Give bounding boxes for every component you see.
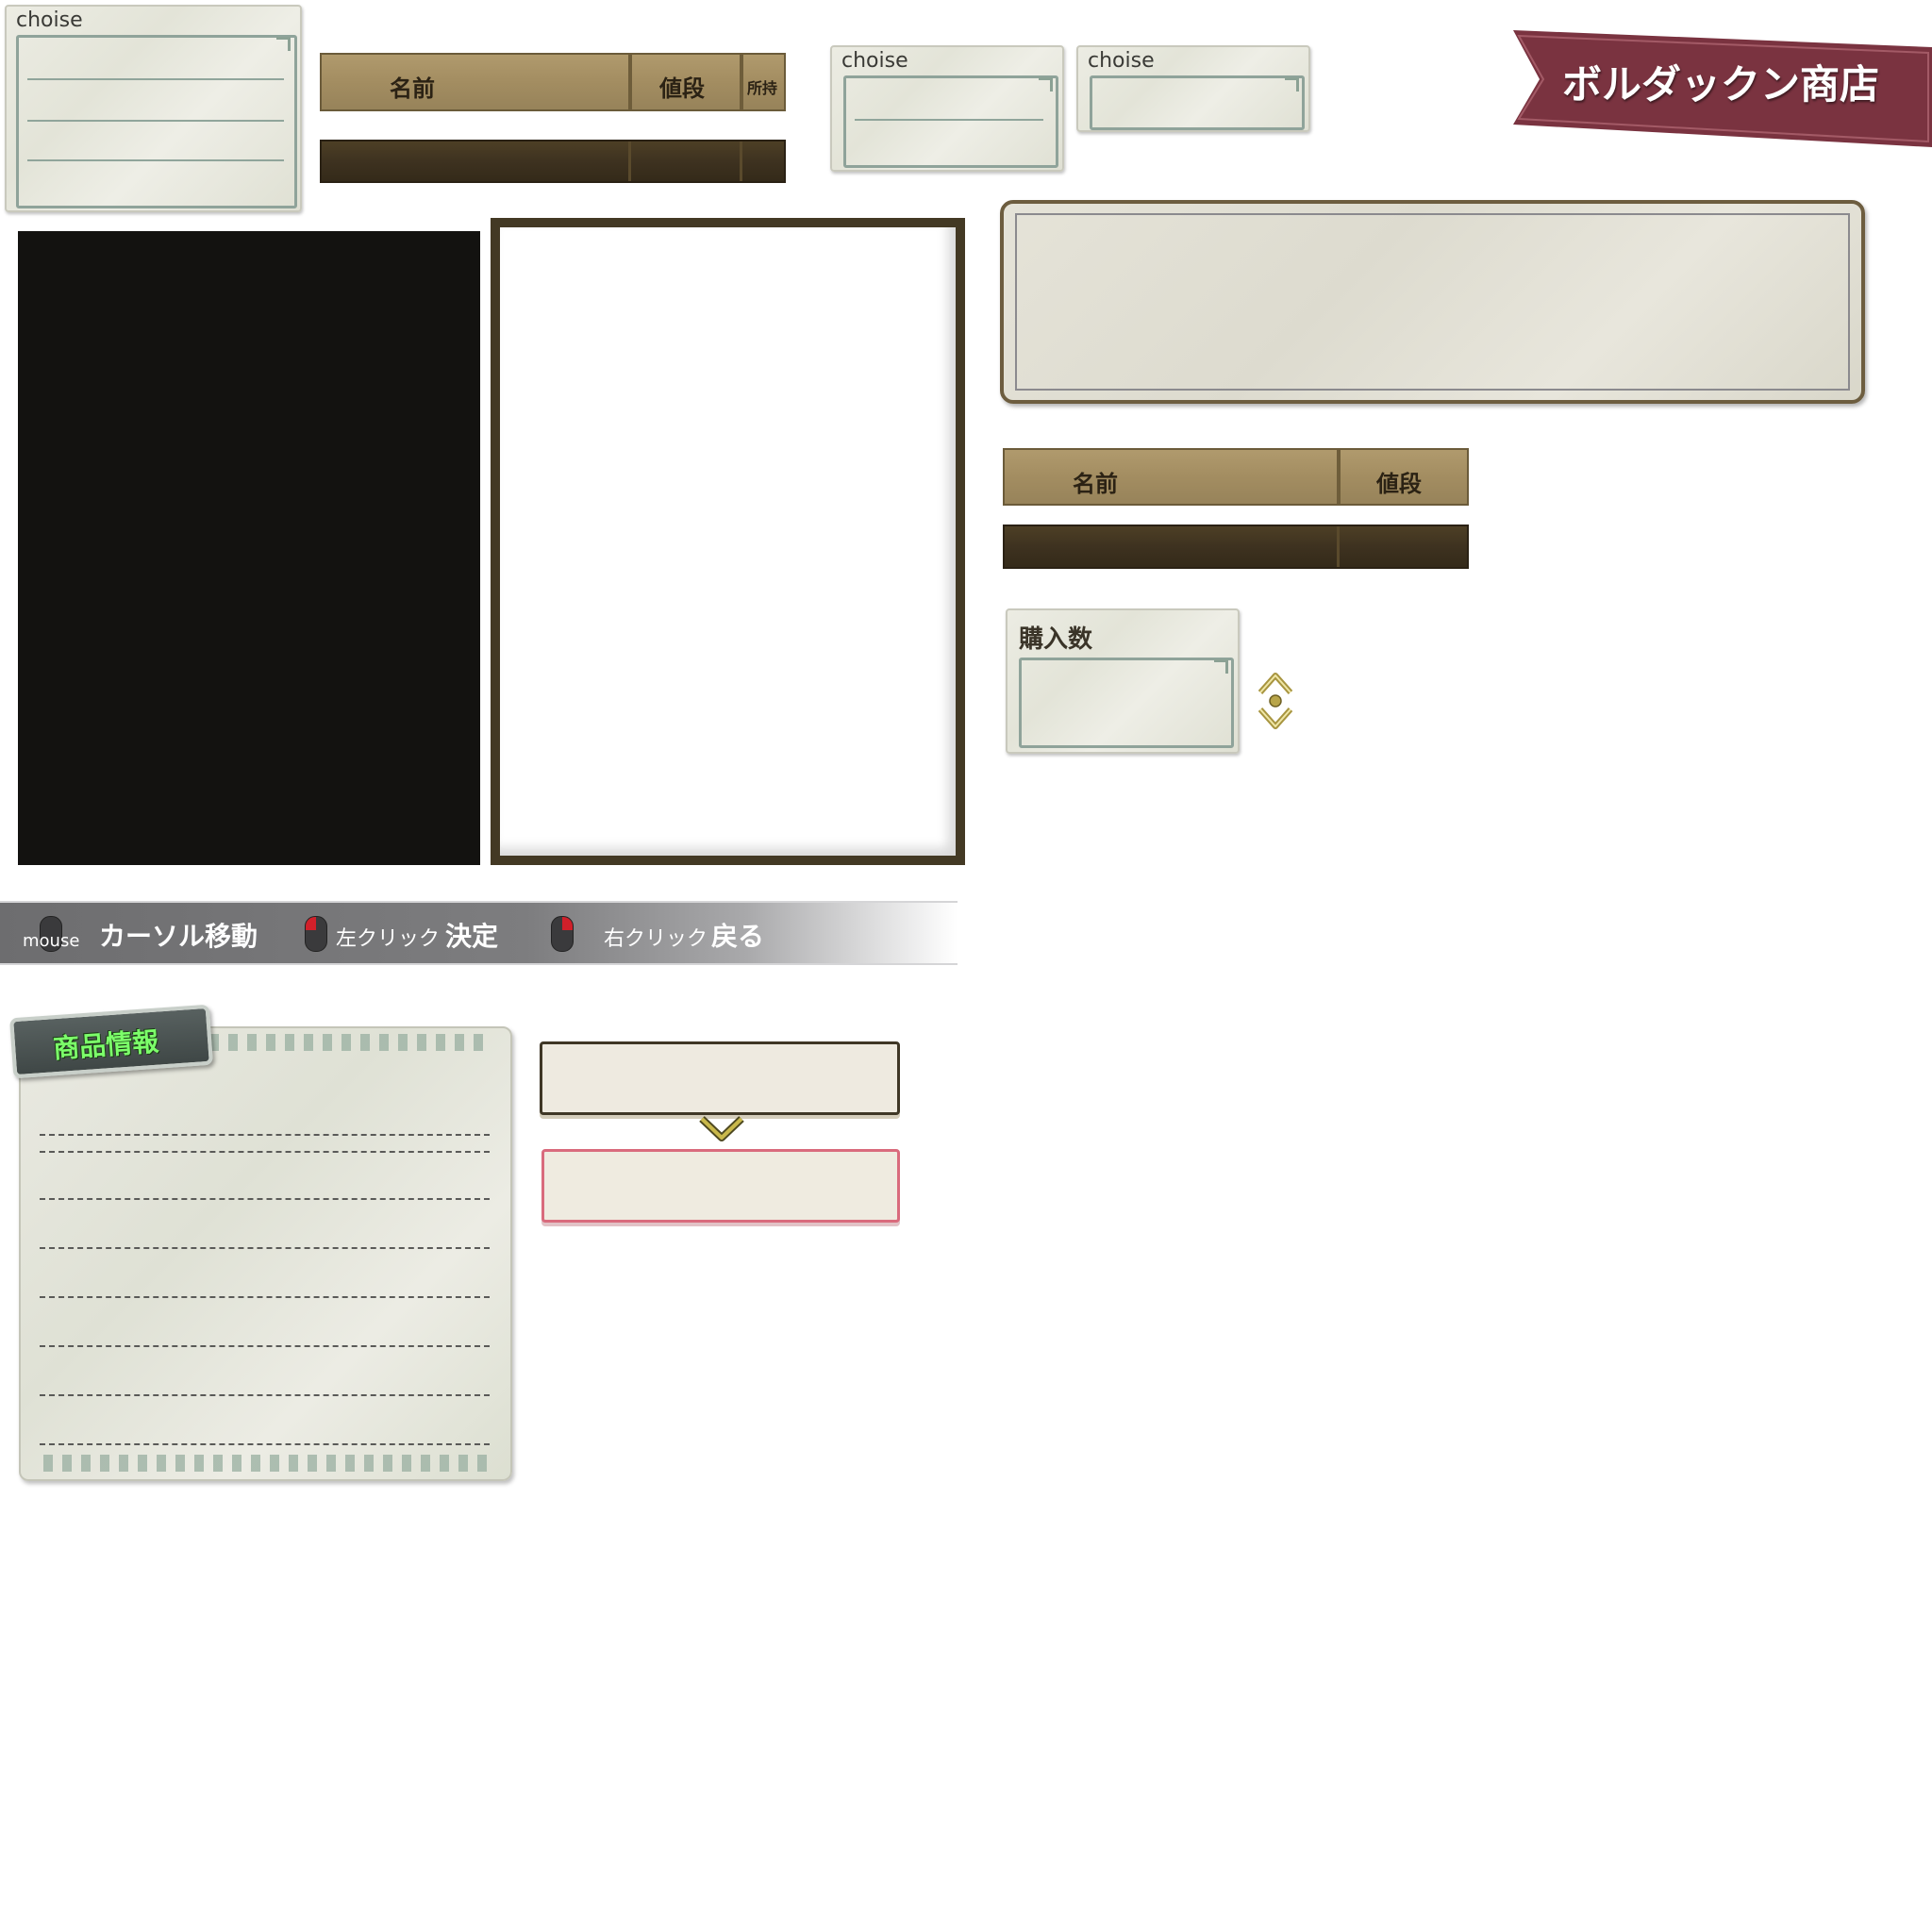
column-owned: 所持 [747,79,778,97]
option-box-selected[interactable] [541,1149,900,1223]
choice-box-small[interactable]: choise [1076,45,1310,132]
info-line [40,1296,490,1298]
controls-bar: mouse カーソル移動 左クリック 決定 右クリック 戻る [0,901,958,965]
up-down-arrow-icon [1257,673,1293,729]
item-image-frame [491,218,965,865]
column-name: 名前 [1073,470,1118,497]
message-panel-inner-frame [1015,213,1850,391]
choice-box-line [27,159,284,161]
shop-table-row[interactable] [320,140,786,183]
info-line [40,1247,490,1249]
column-name: 名前 [390,75,435,102]
column-price: 値段 [1376,470,1422,497]
choice-box-large[interactable]: choise [5,5,302,212]
column-price: 値段 [659,75,705,102]
column-divider [740,142,742,181]
dark-panel [18,231,480,865]
corner-ornament-icon [1214,659,1228,674]
info-line [40,1198,490,1200]
left-click-mouse-icon [305,916,327,952]
shop-banner: ボルダックン商店 [1513,26,1932,147]
quantity-stepper[interactable] [1255,668,1296,734]
choice-box-medium[interactable]: choise [830,45,1064,172]
column-divider [1337,526,1340,567]
corner-ornament-icon [1039,77,1053,92]
column-divider [1337,450,1341,504]
cursor-move-label: カーソル移動 [99,921,258,952]
quantity-frame [1019,658,1234,748]
column-divider [628,55,632,109]
choice-box-label: choise [16,8,83,32]
column-divider [740,55,743,109]
corner-ornament-icon [1285,77,1299,92]
info-line [40,1151,490,1153]
chevron-down-icon [696,1115,747,1143]
confirm-label: 決定 [445,921,499,952]
mouse-label: mouse [23,931,80,951]
info-line [40,1345,490,1347]
info-bottom-border-pattern [43,1455,488,1472]
choice-box-line [27,78,284,80]
info-line [40,1134,490,1136]
item-info-tab-label: 商品情報 [52,1025,160,1065]
choice-box-line [27,120,284,122]
right-click-mouse-icon [551,916,574,952]
left-click-label: 左クリック [336,927,441,951]
left-button-highlight [306,917,316,930]
right-click-label: 右クリック [604,927,708,951]
choice-box-frame [1090,75,1305,130]
shop-title: ボルダックン商店 [1562,61,1880,108]
quantity-panel: 購入数 [1006,608,1240,754]
choice-box-frame [16,35,297,208]
quantity-label: 購入数 [1019,625,1093,654]
info-line [40,1443,490,1445]
back-label: 戻る [711,921,765,952]
choice-box-line [855,119,1043,121]
choice-box-label: choise [841,49,908,73]
shop-table-header-short: 名前 値段 [1003,448,1469,506]
column-divider [628,142,631,181]
shop-table-header: 名前 値段 所持 [320,53,786,111]
option-box[interactable] [540,1041,900,1115]
info-line [40,1394,490,1396]
right-button-highlight [562,917,573,930]
corner-ornament-icon [276,37,291,51]
item-info-panel [19,1026,512,1481]
shop-table-row-short[interactable] [1003,525,1469,569]
choice-box-frame [843,75,1058,168]
choice-box-label: choise [1088,49,1155,73]
message-panel [1000,200,1865,404]
